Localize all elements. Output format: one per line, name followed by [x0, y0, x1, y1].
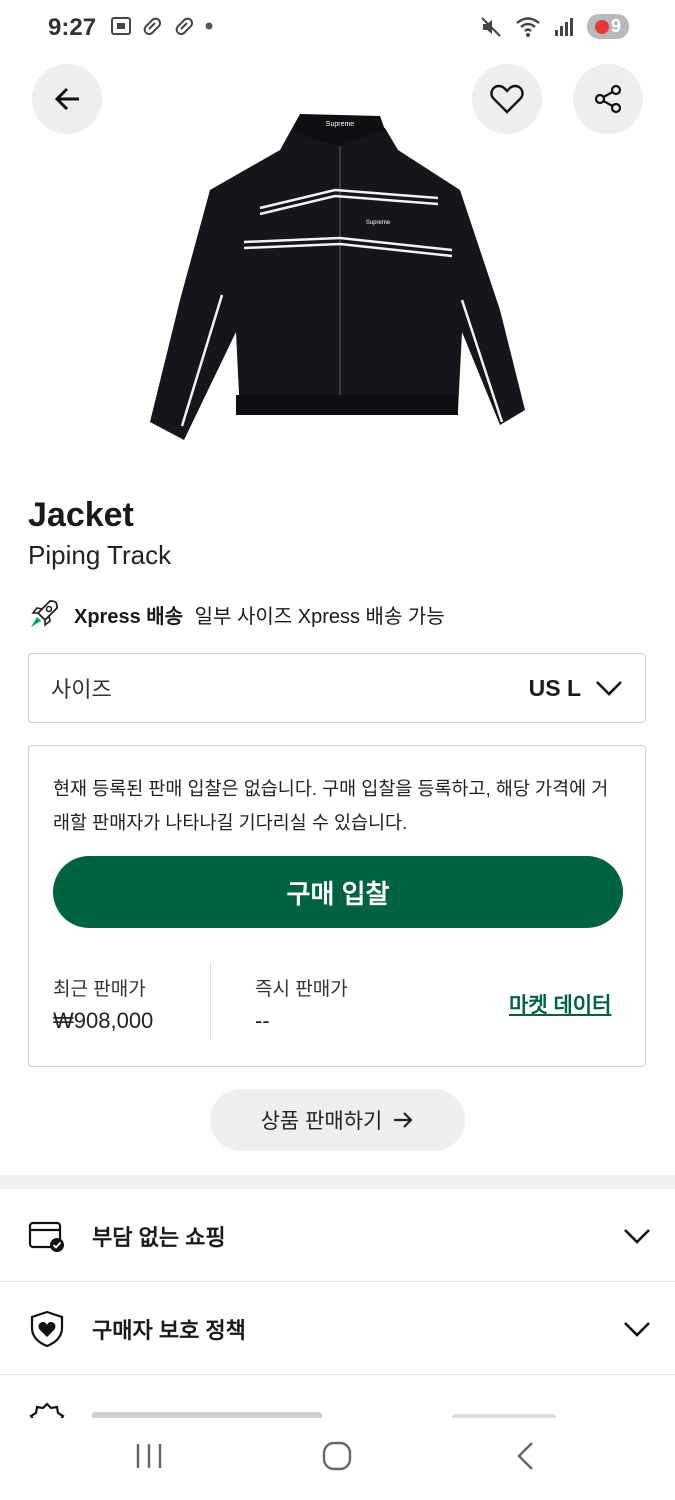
screenshot-icon — [111, 17, 131, 35]
last-sale-value: ₩908,000 — [53, 1008, 154, 1033]
recent-apps-icon[interactable] — [133, 1440, 165, 1472]
supreme-logo: Supreme — [326, 121, 355, 128]
stat-divider — [210, 962, 211, 1040]
no-ask-notice: 현재 등록된 판매 입찰은 없습니다. 구매 입찰을 등록하고, 해당 가격에 … — [53, 778, 609, 833]
rocket-icon — [31, 600, 58, 627]
xpress-label: Xpress 배송 — [74, 605, 184, 628]
battery-level: 9 — [610, 16, 621, 36]
signal-icon — [554, 17, 573, 36]
pill-icon — [143, 17, 162, 36]
bid-panel: 현재 등록된 판매 입찰은 없습니다. 구매 입찰을 등록하고, 해당 가격에 … — [28, 745, 646, 1067]
system-nav-bar — [0, 1418, 675, 1500]
size-selector[interactable]: 사이즈 US L — [28, 653, 646, 723]
battery-indicator: 9 — [586, 14, 629, 39]
home-icon[interactable] — [321, 1440, 353, 1472]
sell-product-button[interactable]: 상품 판매하기 — [210, 1089, 465, 1151]
shield-heart-icon — [30, 1310, 64, 1347]
battery-low-icon — [594, 19, 609, 34]
instant-sale-label: 즉시 판매가 — [255, 979, 348, 1000]
last-sale-label: 최근 판매가 — [53, 979, 146, 1000]
accordion-label: 구매자 보호 정책 — [92, 1317, 246, 1343]
share-button[interactable] — [573, 64, 643, 134]
chevron-down-icon — [596, 681, 622, 696]
product-subtitle: Piping Track — [28, 540, 172, 570]
chevron-down-icon — [624, 1321, 650, 1337]
instant-sale-value: -- — [255, 1008, 270, 1033]
supreme-chest-logo: Supreme — [366, 220, 391, 226]
accordion-partial-row — [0, 1378, 675, 1418]
back-nav-icon[interactable] — [514, 1440, 538, 1472]
product-image: Supreme Supreme — [140, 110, 530, 450]
system-icons: 9 — [479, 14, 629, 39]
wifi-icon — [516, 16, 540, 37]
mute-icon — [481, 16, 501, 37]
section-separator — [0, 1175, 675, 1189]
size-label: 사이즈 — [51, 677, 112, 702]
arrow-left-icon — [54, 87, 79, 111]
market-data-link[interactable]: 마켓 데이터 — [509, 989, 611, 1019]
notification-icons — [110, 14, 214, 38]
xpress-description: 일부 사이즈 Xpress 배송 가능 — [194, 605, 445, 628]
accordion-worry-free-shopping[interactable]: 부담 없는 쇼핑 — [0, 1190, 675, 1282]
share-icon — [594, 84, 622, 114]
jacket-image: Supreme Supreme — [150, 114, 525, 440]
back-button[interactable] — [32, 64, 102, 134]
dot-icon — [205, 22, 213, 30]
badge-icon — [29, 1402, 65, 1418]
sell-button-label: 상품 판매하기 — [260, 1110, 383, 1133]
xpress-shipping-info: Xpress 배송 일부 사이즈 Xpress 배송 가능 — [28, 598, 445, 630]
place-bid-button[interactable]: 구매 입찰 — [53, 856, 623, 928]
pill-icon — [175, 17, 194, 36]
product-title: Jacket — [28, 496, 134, 534]
accordion-buyer-protection[interactable]: 구매자 보호 정책 — [0, 1283, 675, 1375]
accordion-label: 부담 없는 쇼핑 — [92, 1224, 226, 1250]
arrow-right-icon — [394, 1112, 413, 1128]
status-bar: 9:27 9 — [0, 0, 675, 56]
status-time: 9:27 — [48, 14, 97, 41]
chevron-down-icon — [624, 1228, 650, 1244]
size-value: US L — [528, 674, 581, 701]
shopping-check-icon — [28, 1221, 64, 1252]
